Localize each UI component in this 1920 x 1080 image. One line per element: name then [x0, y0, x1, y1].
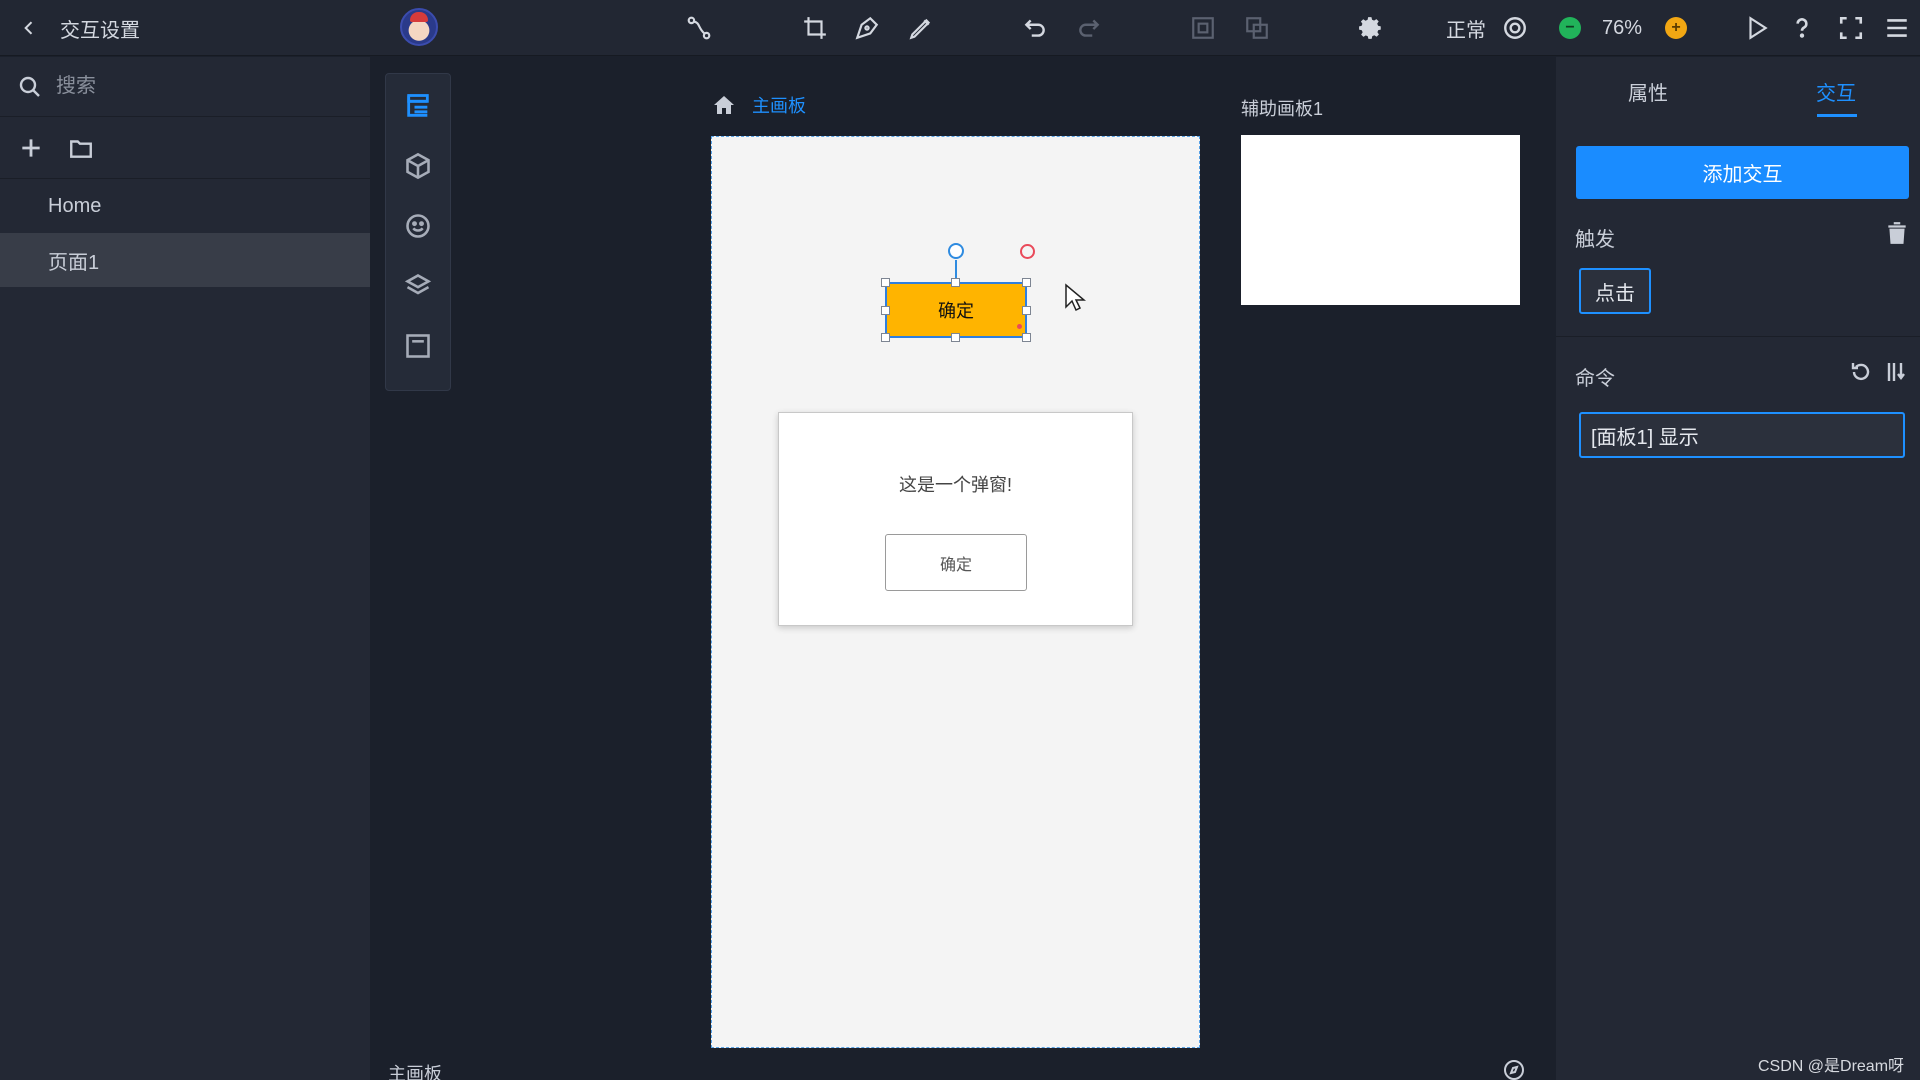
aux-board[interactable]	[1241, 135, 1520, 305]
rotate-handle[interactable]	[948, 243, 964, 259]
page-title: 交互设置	[60, 19, 140, 42]
resize-handle-s[interactable]	[951, 333, 960, 342]
fullscreen-icon[interactable]	[1836, 0, 1866, 56]
command-item[interactable]: [面板1] 显示	[1579, 412, 1905, 458]
page-item-page1[interactable]: 页面1	[0, 233, 370, 287]
add-interaction-button[interactable]: 添加交互	[1576, 146, 1909, 199]
crop-icon[interactable]	[800, 0, 830, 56]
page-tree-icon[interactable]	[402, 90, 434, 122]
add-page-icon[interactable]	[18, 135, 44, 161]
zoom-in-icon[interactable]: +	[1664, 0, 1688, 56]
settings-icon[interactable]	[1356, 0, 1386, 56]
emoji-icon[interactable]	[402, 210, 434, 242]
mouse-cursor-icon	[1065, 283, 1086, 312]
popup-text: 这是一个弹窗!	[898, 475, 1012, 495]
menu-icon[interactable]	[1882, 0, 1912, 56]
page-tools	[0, 117, 370, 179]
compass-icon[interactable]	[1502, 1058, 1526, 1080]
active-tab-indicator	[1817, 114, 1857, 117]
interaction-marker	[1017, 324, 1022, 329]
reset-icon[interactable]	[1849, 360, 1873, 384]
connector-icon[interactable]	[684, 0, 714, 56]
pen-icon[interactable]	[852, 0, 882, 56]
main-board-header: 主画板	[712, 92, 806, 118]
resize-handle-e[interactable]	[1022, 306, 1031, 315]
undo-icon[interactable]	[1020, 0, 1050, 56]
trash-icon[interactable]	[1884, 220, 1910, 246]
avatar[interactable]	[400, 8, 438, 46]
redo-icon[interactable]	[1074, 0, 1104, 56]
panel-tabs: 属性 交互	[1556, 57, 1920, 121]
resize-handle-nw[interactable]	[881, 278, 890, 287]
home-icon[interactable]	[712, 93, 736, 117]
main-board[interactable]: 确定 这是一个弹窗! 确定	[711, 136, 1200, 1048]
right-panel: 属性 交互 添加交互 触发 点击 命令 [面板1] 显示	[1556, 57, 1920, 1080]
search-input[interactable]	[56, 75, 356, 98]
sort-icon[interactable]	[1884, 360, 1908, 384]
resize-handle-n[interactable]	[951, 278, 960, 287]
resize-handle-sw[interactable]	[881, 333, 890, 342]
section-divider	[1556, 336, 1920, 337]
watermark: CSDN @是Dream呀	[1758, 1058, 1905, 1075]
trigger-label: 触发	[1575, 229, 1615, 251]
folder-icon[interactable]	[68, 135, 94, 161]
current-board-label: 主画板	[388, 1064, 442, 1080]
mode-label[interactable]: 正常	[1444, 0, 1488, 56]
selected-element[interactable]: 确定	[881, 243, 1035, 342]
play-icon[interactable]	[1742, 0, 1772, 56]
resize-handle-se[interactable]	[1022, 333, 1031, 342]
help-icon[interactable]	[1788, 0, 1816, 56]
top-toolbar: 交互设置 正常 − 76% +	[0, 0, 1920, 56]
page-item-home[interactable]: Home	[0, 179, 370, 233]
pencil-icon[interactable]	[906, 0, 936, 56]
tab-properties[interactable]: 属性	[1628, 77, 1668, 106]
tab-interaction[interactable]: 交互	[1816, 77, 1856, 106]
frame-icon[interactable]	[1188, 0, 1218, 56]
vertical-toolbar	[385, 73, 451, 391]
preview-mode-icon[interactable]	[1500, 0, 1530, 56]
layers-icon[interactable]	[402, 270, 434, 302]
zoom-out-icon[interactable]: −	[1558, 0, 1582, 56]
search-icon	[19, 76, 40, 97]
popup-confirm-button[interactable]: 确定	[885, 534, 1027, 591]
bottom-status-bar: 主画板	[370, 1048, 1556, 1080]
command-label: 命令	[1575, 368, 1615, 390]
interaction-anchor-handle[interactable]	[1020, 244, 1035, 259]
popup-panel[interactable]: 这是一个弹窗! 确定	[778, 412, 1133, 626]
panel-icon[interactable]	[402, 330, 434, 362]
resize-handle-ne[interactable]	[1022, 278, 1031, 287]
aux-board-title[interactable]: 辅助画板1	[1241, 95, 1323, 121]
group-icon[interactable]	[1242, 0, 1272, 56]
zoom-level: 76%	[1601, 16, 1643, 39]
component-icon[interactable]	[402, 150, 434, 182]
back-icon[interactable]	[14, 0, 44, 56]
trigger-click-chip[interactable]: 点击	[1579, 268, 1651, 314]
resize-handle-w[interactable]	[881, 306, 890, 315]
confirm-button[interactable]: 确定	[885, 282, 1027, 338]
main-board-title[interactable]: 主画板	[752, 92, 806, 118]
search-bar	[0, 57, 370, 117]
left-sidebar: Home 页面1	[0, 57, 370, 1080]
app-root: 交互设置 正常 − 76% + 搜索 Home 页面1 主画板 辅助画板1 确定…	[0, 0, 1920, 1080]
